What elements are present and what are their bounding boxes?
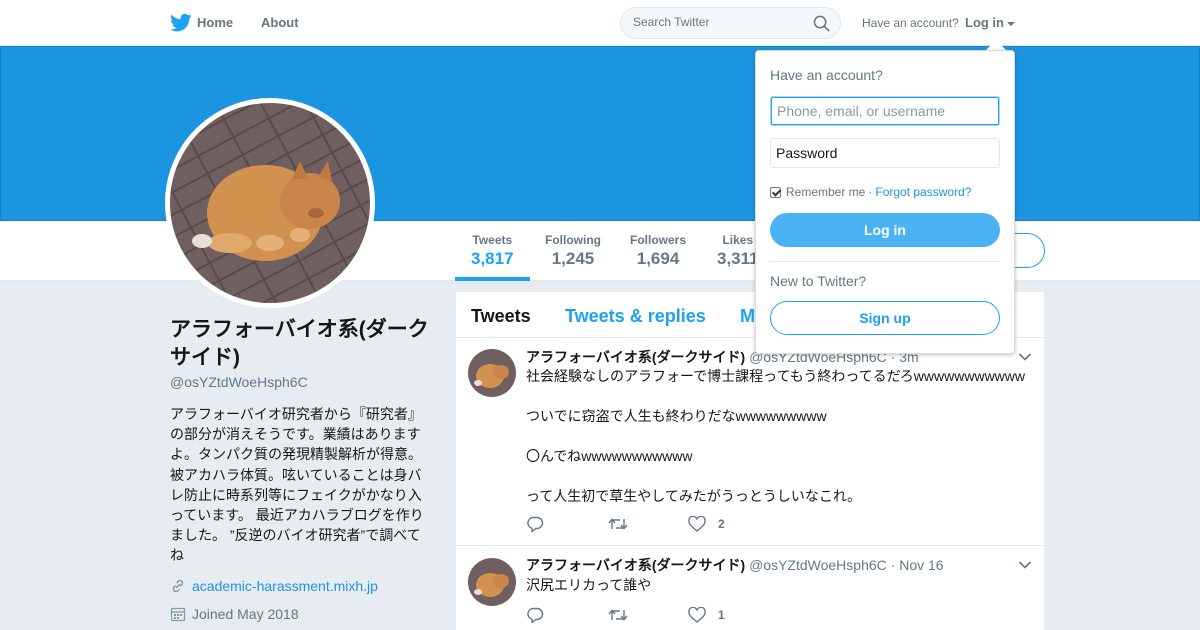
login-toggle-label: Log in xyxy=(965,15,1004,30)
profile-avatar[interactable] xyxy=(165,98,375,308)
stat-value: 1,245 xyxy=(551,249,595,268)
profile-bio: アラフォーバイオ研究者から『研究者』の部分が消えそうです。業績はありますよ。タン… xyxy=(170,406,424,564)
profile-link-row: academic-harassment.mixh.jp xyxy=(170,578,378,594)
profile-joined-row: Joined May 2018 xyxy=(170,606,299,622)
heart-icon xyxy=(688,516,706,532)
top-navigation: Home About Have an account? Log in xyxy=(0,0,1200,46)
stat-label: Following xyxy=(545,233,601,247)
retweet-button[interactable] xyxy=(608,607,640,623)
login-dropdown: Have an account? Remember me · Forgot pa… xyxy=(755,50,1015,354)
password-field[interactable] xyxy=(770,138,1000,168)
calendar-icon xyxy=(170,607,186,622)
tweet-avatar[interactable] xyxy=(468,349,516,397)
tweet-text: 社会経験なしのアラフォーで博士課程ってもう終わってるだろwwwwwwwwwww … xyxy=(526,368,1026,504)
stat-followers[interactable]: Followers 1,694 xyxy=(630,233,686,269)
forgot-password-link[interactable]: Forgot password? xyxy=(875,185,971,199)
dropdown-divider xyxy=(770,261,1000,262)
link-icon xyxy=(172,579,184,593)
search-box xyxy=(620,7,841,39)
profile-website-link[interactable]: academic-harassment.mixh.jp xyxy=(192,578,378,594)
like-count: 1 xyxy=(718,608,725,622)
heart-icon xyxy=(688,607,706,623)
search-input[interactable] xyxy=(633,15,803,29)
reply-button[interactable] xyxy=(526,607,556,623)
profile-name: アラフォーバイオ系(ダークサイド) xyxy=(170,318,429,369)
tweet-author-name[interactable]: アラフォーバイオ系(ダークサイド) xyxy=(526,557,745,573)
reply-button[interactable] xyxy=(526,516,556,532)
reply-icon xyxy=(527,607,544,623)
tweet-avatar[interactable] xyxy=(468,558,516,606)
remember-separator: · xyxy=(868,185,873,199)
tweet-item[interactable]: アラフォーバイオ系(ダークサイド) @osYZtdWoeHsph6C · Nov… xyxy=(456,547,1044,630)
tweet-item[interactable]: アラフォーバイオ系(ダークサイド) @osYZtdWoeHsph6C · 3m … xyxy=(456,339,1044,546)
like-button[interactable]: 2 xyxy=(688,516,725,532)
new-to-twitter-text: New to Twitter? xyxy=(770,273,867,289)
stat-tweets[interactable]: Tweets 3,817 xyxy=(471,233,514,269)
profile-handle: @osYZtdWoeHsph6C xyxy=(170,374,308,390)
tab-tweets-replies[interactable]: Tweets & replies xyxy=(565,306,706,327)
tweet-header: アラフォーバイオ系(ダークサイド) @osYZtdWoeHsph6C · Nov… xyxy=(526,555,944,575)
remember-me-row: Remember me · Forgot password? xyxy=(770,185,971,199)
have-account-text: Have an account? xyxy=(862,16,959,30)
retweet-icon xyxy=(608,609,628,621)
remember-me-label[interactable]: Remember me xyxy=(786,185,865,199)
dropdown-arrow xyxy=(986,40,1006,50)
like-count: 2 xyxy=(718,517,725,531)
stat-label: Likes xyxy=(722,233,754,247)
stat-value: 3,311 xyxy=(717,249,759,268)
remember-me-checkbox[interactable] xyxy=(770,186,781,198)
nav-home-link[interactable]: Home xyxy=(197,15,233,30)
profile-joined-date: Joined May 2018 xyxy=(192,606,299,622)
active-stat-underline xyxy=(455,277,530,281)
like-button[interactable]: 1 xyxy=(688,607,725,623)
stat-value: 1,694 xyxy=(636,249,680,268)
stat-following[interactable]: Following 1,245 xyxy=(545,233,601,269)
login-button[interactable]: Log in xyxy=(770,213,1000,247)
login-dropdown-toggle[interactable]: Log in xyxy=(965,15,1015,30)
stat-value: 3,817 xyxy=(471,249,514,268)
tweet-text: 沢尻エリカって誰や xyxy=(526,577,652,593)
tab-tweets[interactable]: Tweets xyxy=(471,306,531,327)
retweet-icon xyxy=(608,518,628,530)
retweet-button[interactable] xyxy=(608,516,640,532)
tweet-timestamp[interactable]: Nov 16 xyxy=(899,557,943,573)
stat-likes[interactable]: Likes 3,311 xyxy=(717,233,759,269)
cat-photo-avatar-icon xyxy=(170,103,370,303)
stat-label: Followers xyxy=(630,233,687,247)
username-field[interactable] xyxy=(770,96,1000,126)
signup-button[interactable]: Sign up xyxy=(770,301,1000,335)
nav-about-link[interactable]: About xyxy=(261,15,299,30)
twitter-bird-logo-icon[interactable] xyxy=(170,13,192,33)
tweet-separator: · xyxy=(890,557,896,573)
search-icon[interactable] xyxy=(813,15,830,32)
tweet-author-name[interactable]: アラフォーバイオ系(ダークサイド) xyxy=(526,349,745,365)
cat-avatar-icon xyxy=(468,349,516,397)
chevron-down-icon[interactable] xyxy=(1018,352,1032,362)
stat-label: Tweets xyxy=(472,233,513,247)
tweet-author-handle[interactable]: @osYZtdWoeHsph6C xyxy=(749,557,887,573)
dropdown-title: Have an account? xyxy=(770,67,883,83)
chevron-down-icon xyxy=(1007,21,1015,26)
chevron-down-icon[interactable] xyxy=(1018,560,1032,570)
reply-icon xyxy=(527,516,544,532)
cat-avatar-icon xyxy=(468,558,516,606)
